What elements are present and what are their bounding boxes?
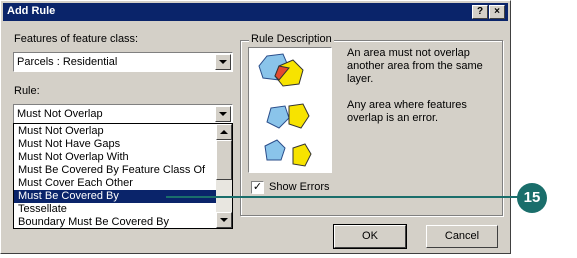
rule-option[interactable]: Must Not Overlap With bbox=[14, 151, 216, 164]
features-combo[interactable]: Parcels : Residential bbox=[13, 52, 233, 72]
rule-option[interactable]: Must Not Overlap bbox=[14, 125, 216, 138]
ok-button[interactable]: OK bbox=[333, 224, 407, 249]
callout-line bbox=[166, 196, 520, 198]
show-errors-label: Show Errors bbox=[269, 181, 330, 193]
description-text-2: Any area where features overlap is an er… bbox=[347, 99, 467, 124]
arrow-down-icon bbox=[220, 218, 228, 222]
help-button[interactable]: ? bbox=[472, 5, 488, 19]
scroll-up-button[interactable] bbox=[216, 124, 232, 140]
rule-option[interactable]: Must Cover Each Other bbox=[14, 177, 216, 190]
rule-option[interactable]: Must Be Covered By Feature Class Of bbox=[14, 164, 216, 177]
rule-dropdown-list[interactable]: Must Not Overlap Must Not Have Gaps Must… bbox=[13, 123, 233, 229]
rule-dropdown-button[interactable] bbox=[215, 106, 231, 122]
rule-value: Must Not Overlap bbox=[17, 108, 103, 120]
title-bar: Add Rule ? × bbox=[3, 3, 508, 21]
rule-option[interactable]: Must Not Have Gaps bbox=[14, 138, 216, 151]
arrow-up-icon bbox=[220, 130, 228, 134]
window-title: Add Rule bbox=[7, 5, 56, 17]
close-button[interactable]: × bbox=[489, 5, 505, 19]
rule-option[interactable]: Tessellate bbox=[14, 203, 216, 216]
rule-description-label: Rule Description bbox=[249, 33, 334, 45]
rule-illustration bbox=[248, 47, 332, 173]
features-value: Parcels : Residential bbox=[17, 56, 118, 68]
cancel-button[interactable]: Cancel bbox=[426, 225, 498, 248]
show-errors-checkbox[interactable]: ✓ bbox=[251, 181, 264, 194]
rule-option[interactable]: Boundary Must Be Covered By bbox=[14, 216, 216, 229]
scroll-thumb[interactable] bbox=[216, 140, 232, 180]
rule-combo[interactable]: Must Not Overlap bbox=[13, 104, 233, 124]
features-dropdown-button[interactable] bbox=[215, 54, 231, 70]
overlap-shapes-icon bbox=[258, 53, 312, 167]
scroll-down-button[interactable] bbox=[216, 212, 232, 228]
description-text-1: An area must not overlap another area fr… bbox=[347, 47, 483, 85]
add-rule-dialog: Add Rule ? × Features of feature class: … bbox=[0, 0, 511, 254]
callout-number-badge: 15 bbox=[517, 183, 547, 213]
dropdown-scrollbar[interactable] bbox=[216, 124, 232, 228]
chevron-down-icon bbox=[219, 112, 227, 116]
features-label: Features of feature class: bbox=[14, 33, 139, 45]
rule-label: Rule: bbox=[14, 85, 40, 97]
chevron-down-icon bbox=[219, 60, 227, 64]
